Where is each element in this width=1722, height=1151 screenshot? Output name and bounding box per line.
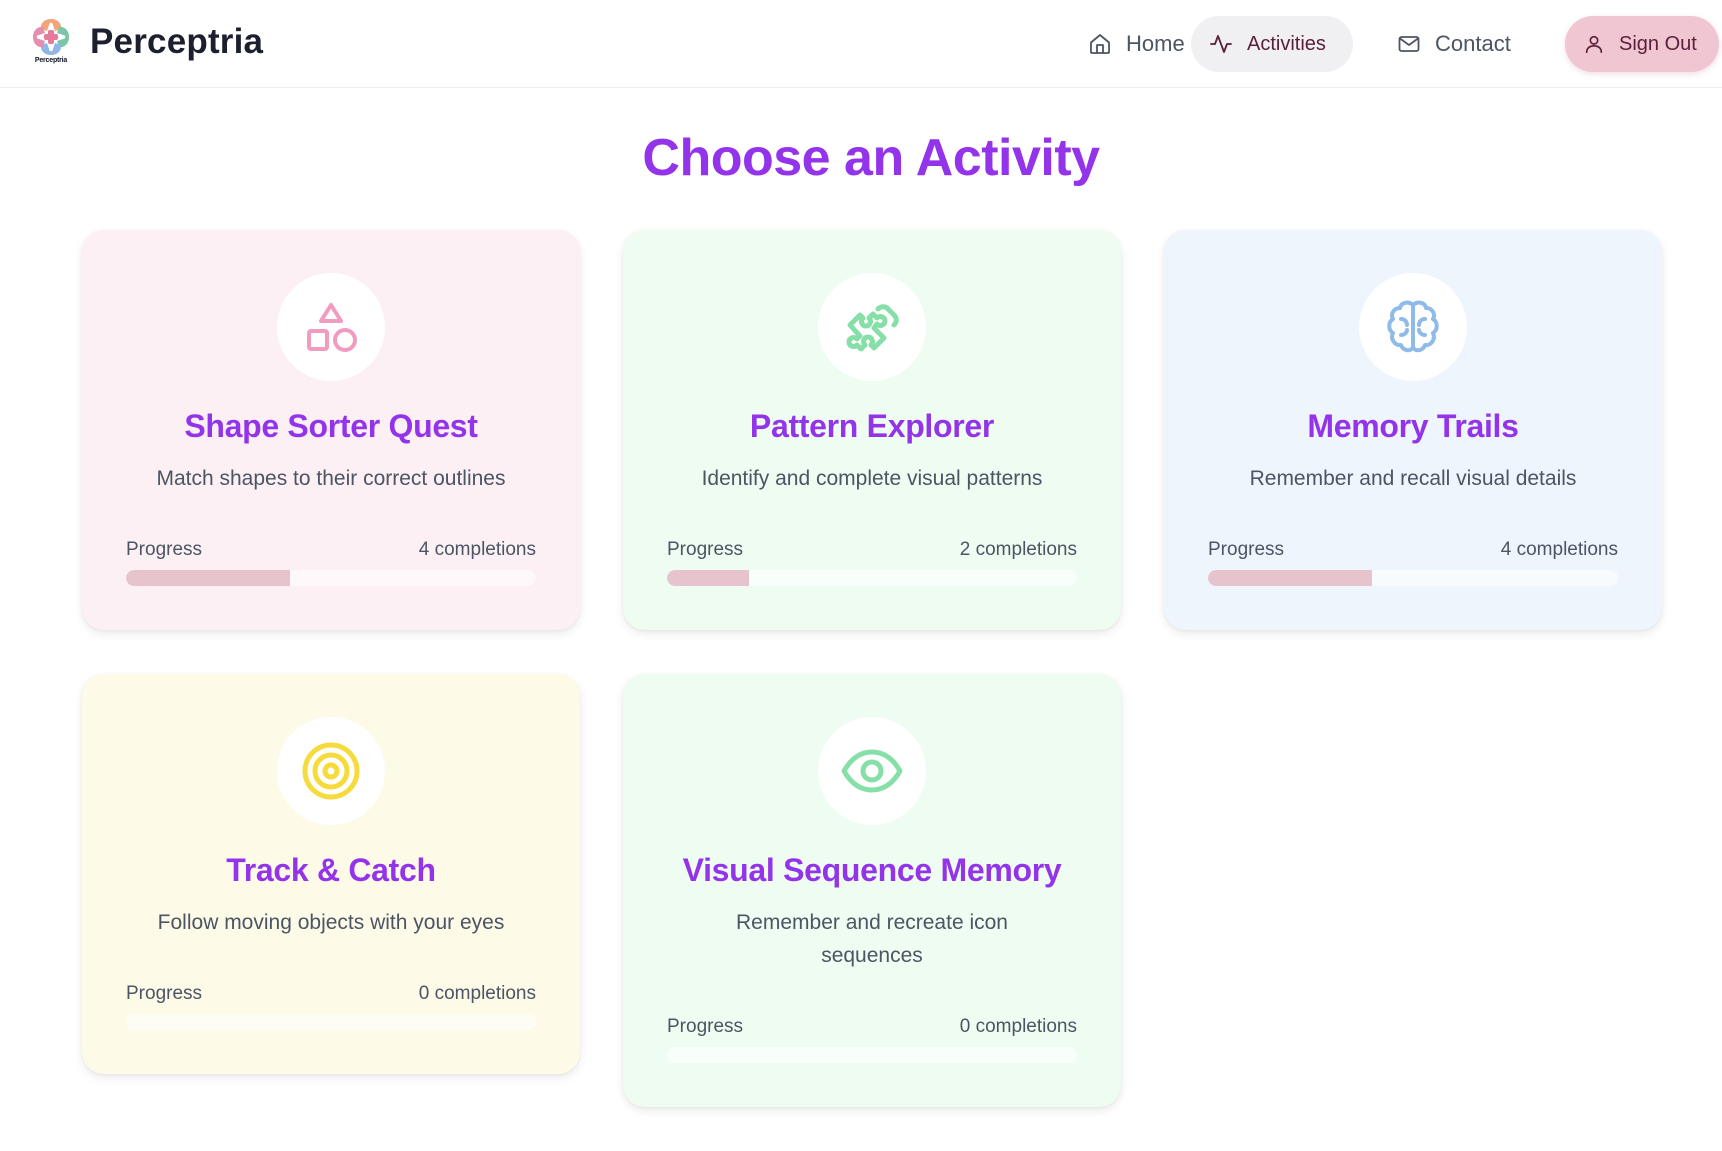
- progress-row: Progress 0 completions: [126, 983, 536, 1005]
- progress-bar-fill: [126, 570, 290, 586]
- completions-count: 4 completions: [418, 539, 536, 560]
- activity-card-shape-sorter-quest[interactable]: Shape Sorter Quest Match shapes to their…: [82, 230, 580, 630]
- progress-bar-fill: [667, 570, 749, 586]
- brand-name: Perceptria: [90, 22, 264, 61]
- page-title: Choose an Activity: [642, 129, 1100, 187]
- card-title: Track & Catch: [226, 852, 436, 888]
- progress-label: Progress: [1208, 539, 1285, 560]
- sign-out-button[interactable]: Sign Out: [1565, 16, 1719, 72]
- card-description: Follow moving objects with your eyes: [157, 911, 505, 934]
- card-title: Memory Trails: [1307, 408, 1519, 444]
- completions-count: 0 completions: [418, 983, 536, 1004]
- activity-card-track-and-catch[interactable]: Track & Catch Follow moving objects with…: [82, 674, 580, 1074]
- progress-row: Progress 4 completions: [1208, 539, 1618, 561]
- card-description: Remember and recreate icon sequences: [736, 911, 1008, 967]
- nav-contact[interactable]: Contact: [1379, 16, 1529, 72]
- puzzle-icon: [846, 304, 899, 352]
- card-description: Remember and recall visual details: [1249, 467, 1577, 490]
- progress-bar: [126, 570, 536, 586]
- card-description: Identify and complete visual patterns: [701, 467, 1043, 490]
- eye-icon: [841, 749, 903, 793]
- progress-label: Progress: [126, 983, 203, 1004]
- progress-label: Progress: [126, 539, 203, 560]
- activity-card-memory-trails[interactable]: Memory Trails Remember and recall visual…: [1164, 230, 1662, 630]
- nav-home[interactable]: Home: [1070, 16, 1203, 72]
- progress-bar-fill: [1208, 570, 1372, 586]
- mail-icon: [1398, 36, 1420, 52]
- nav-contact-label: Contact: [1435, 31, 1511, 56]
- card-title: Shape Sorter Quest: [184, 408, 478, 444]
- icon-circle: [277, 717, 385, 825]
- completions-count: 0 completions: [959, 1016, 1077, 1037]
- activity-card-pattern-explorer[interactable]: Pattern Explorer Identify and complete v…: [623, 230, 1121, 630]
- progress-bar: [1208, 570, 1618, 586]
- icon-circle: [818, 273, 926, 381]
- activity-card-visual-sequence-memory[interactable]: Visual Sequence Memory Remember and recr…: [623, 674, 1121, 1107]
- progress-row: Progress 4 completions: [126, 539, 536, 561]
- user-icon: [1585, 35, 1603, 54]
- card-description: Match shapes to their correct outlines: [156, 467, 506, 490]
- progress-bar: [667, 570, 1077, 586]
- brand[interactable]: Perceptria Perceptria: [30, 16, 263, 68]
- activity-icon: [1210, 35, 1232, 53]
- nav-home-label: Home: [1126, 31, 1185, 56]
- card-title: Pattern Explorer: [749, 408, 995, 444]
- progress-bar: [126, 1014, 536, 1030]
- logo-caption: Perceptria: [34, 57, 68, 64]
- progress-row: Progress 2 completions: [667, 539, 1077, 561]
- nav-activities[interactable]: Activities: [1191, 16, 1353, 72]
- icon-circle: [818, 717, 926, 825]
- sign-out-label: Sign Out: [1619, 32, 1697, 55]
- logo: Perceptria: [30, 16, 72, 68]
- completions-count: 2 completions: [959, 539, 1077, 560]
- progress-row: Progress 0 completions: [667, 1016, 1077, 1038]
- completions-count: 4 completions: [1500, 539, 1618, 560]
- card-title: Visual Sequence Memory: [682, 852, 1062, 888]
- nav-activities-label: Activities: [1247, 32, 1326, 55]
- shapes-icon: [307, 303, 357, 352]
- icon-circle: [1359, 273, 1467, 381]
- home-icon: [1090, 34, 1110, 54]
- top-navigation-bar: Perceptria Perceptria Home Activities Co…: [0, 0, 1722, 88]
- target-icon: [302, 742, 360, 800]
- brain-icon: [1387, 300, 1439, 353]
- icon-circle: [277, 273, 385, 381]
- progress-label: Progress: [667, 1016, 744, 1037]
- progress-bar: [667, 1047, 1077, 1063]
- progress-label: Progress: [667, 539, 744, 560]
